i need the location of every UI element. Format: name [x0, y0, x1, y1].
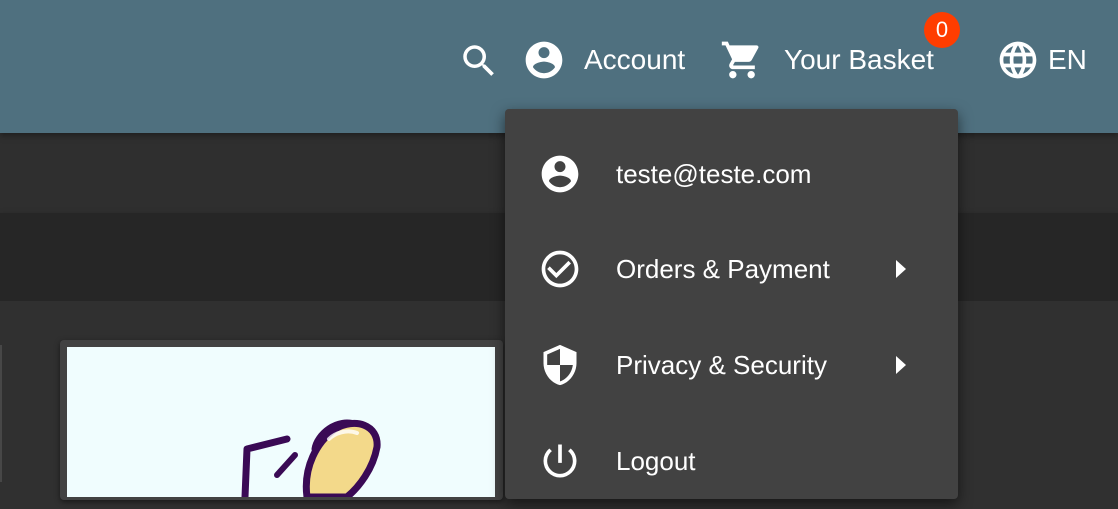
account-button[interactable]: Account — [522, 38, 685, 82]
basket-label: Your Basket — [784, 44, 934, 75]
account-circle-icon — [538, 152, 582, 196]
shopping-cart-icon — [720, 38, 764, 82]
check-circle-icon — [538, 247, 582, 291]
menu-item-label: teste@teste.com — [616, 158, 812, 189]
search-button[interactable] — [458, 40, 500, 82]
submenu-arrow-icon — [893, 257, 909, 281]
search-icon — [458, 40, 500, 82]
language-label: EN — [1048, 44, 1087, 75]
product-image — [67, 347, 495, 497]
product-card[interactable] — [60, 340, 503, 500]
shield-icon — [538, 343, 582, 387]
basket-button[interactable]: Your Basket — [720, 38, 934, 82]
account-menu: teste@teste.com Orders & Payment Privacy… — [505, 109, 958, 499]
menu-item-orders-payment[interactable]: Orders & Payment — [505, 221, 958, 317]
menu-item-privacy-security[interactable]: Privacy & Security — [505, 317, 958, 413]
power-icon — [538, 439, 582, 483]
partial-product-card — [0, 345, 2, 482]
product-illustration — [241, 419, 381, 497]
globe-icon — [996, 38, 1040, 82]
menu-item-label: Logout — [616, 445, 696, 476]
menu-item-label: Orders & Payment — [616, 253, 830, 284]
menu-item-logout[interactable]: Logout — [505, 413, 958, 509]
menu-item-label: Privacy & Security — [616, 349, 827, 380]
basket-count-badge: 0 — [924, 12, 960, 48]
language-button[interactable]: EN — [996, 38, 1087, 82]
menu-item-user-email[interactable]: teste@teste.com — [505, 126, 958, 222]
submenu-arrow-icon — [893, 353, 909, 377]
account-label: Account — [584, 44, 686, 75]
account-circle-icon — [522, 38, 566, 82]
